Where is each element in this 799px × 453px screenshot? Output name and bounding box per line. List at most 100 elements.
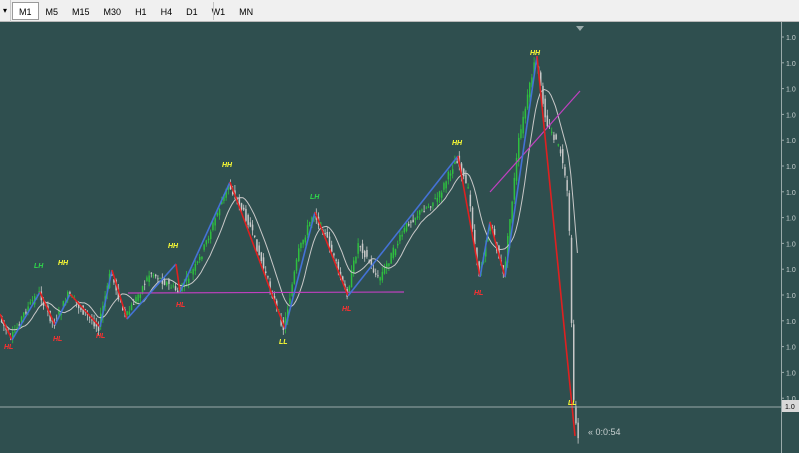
candle-body: [575, 406, 577, 424]
price-scale-label: 1.0: [786, 370, 796, 377]
candle-body: [157, 278, 159, 280]
candle-body: [353, 260, 355, 273]
candle-body: [408, 224, 410, 226]
candle-body: [295, 259, 298, 271]
candle-body: [425, 207, 428, 209]
candle-body: [335, 259, 337, 261]
candle-body: [262, 257, 265, 269]
candle-body: [410, 221, 412, 223]
candle-body: [203, 244, 205, 250]
candle-body: [441, 192, 443, 198]
candle-body: [212, 222, 214, 230]
candle-body: [302, 239, 304, 245]
candle-body: [379, 277, 381, 281]
candle-body: [465, 174, 467, 184]
swing-label: HH: [452, 140, 463, 147]
price-scale-label: 1.0: [786, 319, 796, 326]
candle-body: [432, 202, 434, 207]
candle-body: [201, 256, 203, 260]
timeframe-button-h1[interactable]: H1: [128, 2, 154, 20]
price-chart[interactable]: HL LH HH HL HL HH HL HH LL LH HL HH HL HH LL « 0:0:54: [0, 22, 799, 453]
candle-body: [205, 240, 208, 245]
timeframe-button-m1[interactable]: M1: [12, 2, 39, 20]
candle-body: [174, 286, 177, 291]
swing-label: LL: [279, 339, 288, 346]
timeframe-button-m30[interactable]: M30: [97, 2, 129, 20]
candle-body: [447, 171, 450, 180]
candle-body: [168, 279, 170, 284]
swing-label: HH: [222, 162, 233, 169]
candle-body: [144, 283, 146, 285]
candle-body: [300, 242, 302, 249]
candle-body: [29, 301, 32, 305]
candle-body: [553, 134, 555, 140]
candle-body: [449, 173, 452, 176]
candle-body: [469, 194, 472, 207]
candle-body: [568, 193, 571, 231]
candle-body: [152, 275, 155, 277]
price-scale-label: 1.0: [786, 241, 796, 248]
candle-body: [291, 284, 293, 296]
timeframe-button-d1[interactable]: D1: [179, 2, 205, 20]
swing-label: HL: [96, 333, 105, 340]
candle-body: [401, 234, 403, 237]
candle-body: [254, 235, 256, 238]
candle-body: [133, 303, 135, 305]
candle-body: [555, 134, 557, 140]
timeframe-buttons: M1 M5 M15 M30 H1 H4 D1 W1 MN: [12, 2, 260, 20]
candle-body: [405, 223, 408, 232]
timeframe-button-m15[interactable]: M15: [65, 2, 97, 20]
candle-body: [333, 253, 335, 256]
candle-body: [366, 249, 368, 257]
candle-body: [256, 239, 258, 252]
candle-body: [559, 149, 562, 154]
candle-body: [293, 271, 296, 284]
candle-body: [529, 82, 531, 98]
candle-body: [551, 131, 553, 133]
timeframe-button-w1[interactable]: W1: [205, 2, 233, 20]
candle-body: [240, 203, 243, 210]
candle-body: [210, 231, 212, 240]
candle-body: [566, 180, 568, 191]
candle-body: [361, 243, 364, 254]
candle-body: [159, 277, 161, 279]
candle-body: [570, 237, 573, 323]
candle-body: [463, 168, 465, 177]
candle-body: [377, 275, 379, 277]
chart-background: [0, 22, 781, 453]
current-price-tag: 1.0: [785, 404, 795, 411]
timeframe-button-h4[interactable]: H4: [154, 2, 180, 20]
price-scale-label: 1.0: [786, 112, 796, 119]
timeframe-button-mn[interactable]: MN: [232, 2, 260, 20]
candle-body: [137, 294, 139, 301]
candle-body: [146, 277, 148, 281]
candle-body: [298, 248, 300, 261]
price-scale-label: 1.0: [786, 164, 796, 171]
swing-label: HL: [474, 290, 483, 297]
candle-body: [381, 271, 384, 281]
candle-body: [355, 257, 357, 264]
toolbar-menu-arrow[interactable]: ▾: [0, 0, 11, 22]
candle-body: [399, 234, 401, 242]
candle-body: [265, 271, 267, 274]
candle-body: [163, 280, 166, 285]
swing-label: HH: [58, 260, 69, 267]
price-scale[interactable]: 1.0 1.0 1.0 1.0 1.0 1.0 1.0 1.0 1.0 1.0 1.0 1.0 1.0 1…: [781, 22, 799, 453]
candle-body: [445, 181, 447, 189]
candle-body: [199, 256, 201, 260]
candle-body: [357, 243, 359, 254]
candle-body: [577, 422, 579, 439]
candle-body: [375, 273, 377, 275]
candle-body: [392, 247, 395, 258]
candle-body: [573, 324, 575, 400]
price-scale-label: 1.0: [786, 138, 796, 145]
timeframe-button-m5[interactable]: M5: [39, 2, 66, 20]
price-scale-label: 1.0: [786, 216, 796, 223]
candle-body: [289, 298, 291, 304]
candle-body: [364, 251, 366, 258]
candle-body: [397, 243, 399, 246]
candle-body: [471, 207, 474, 229]
candle-body: [372, 268, 375, 273]
candle-body: [403, 228, 406, 233]
toolbar-separator: [213, 2, 214, 20]
